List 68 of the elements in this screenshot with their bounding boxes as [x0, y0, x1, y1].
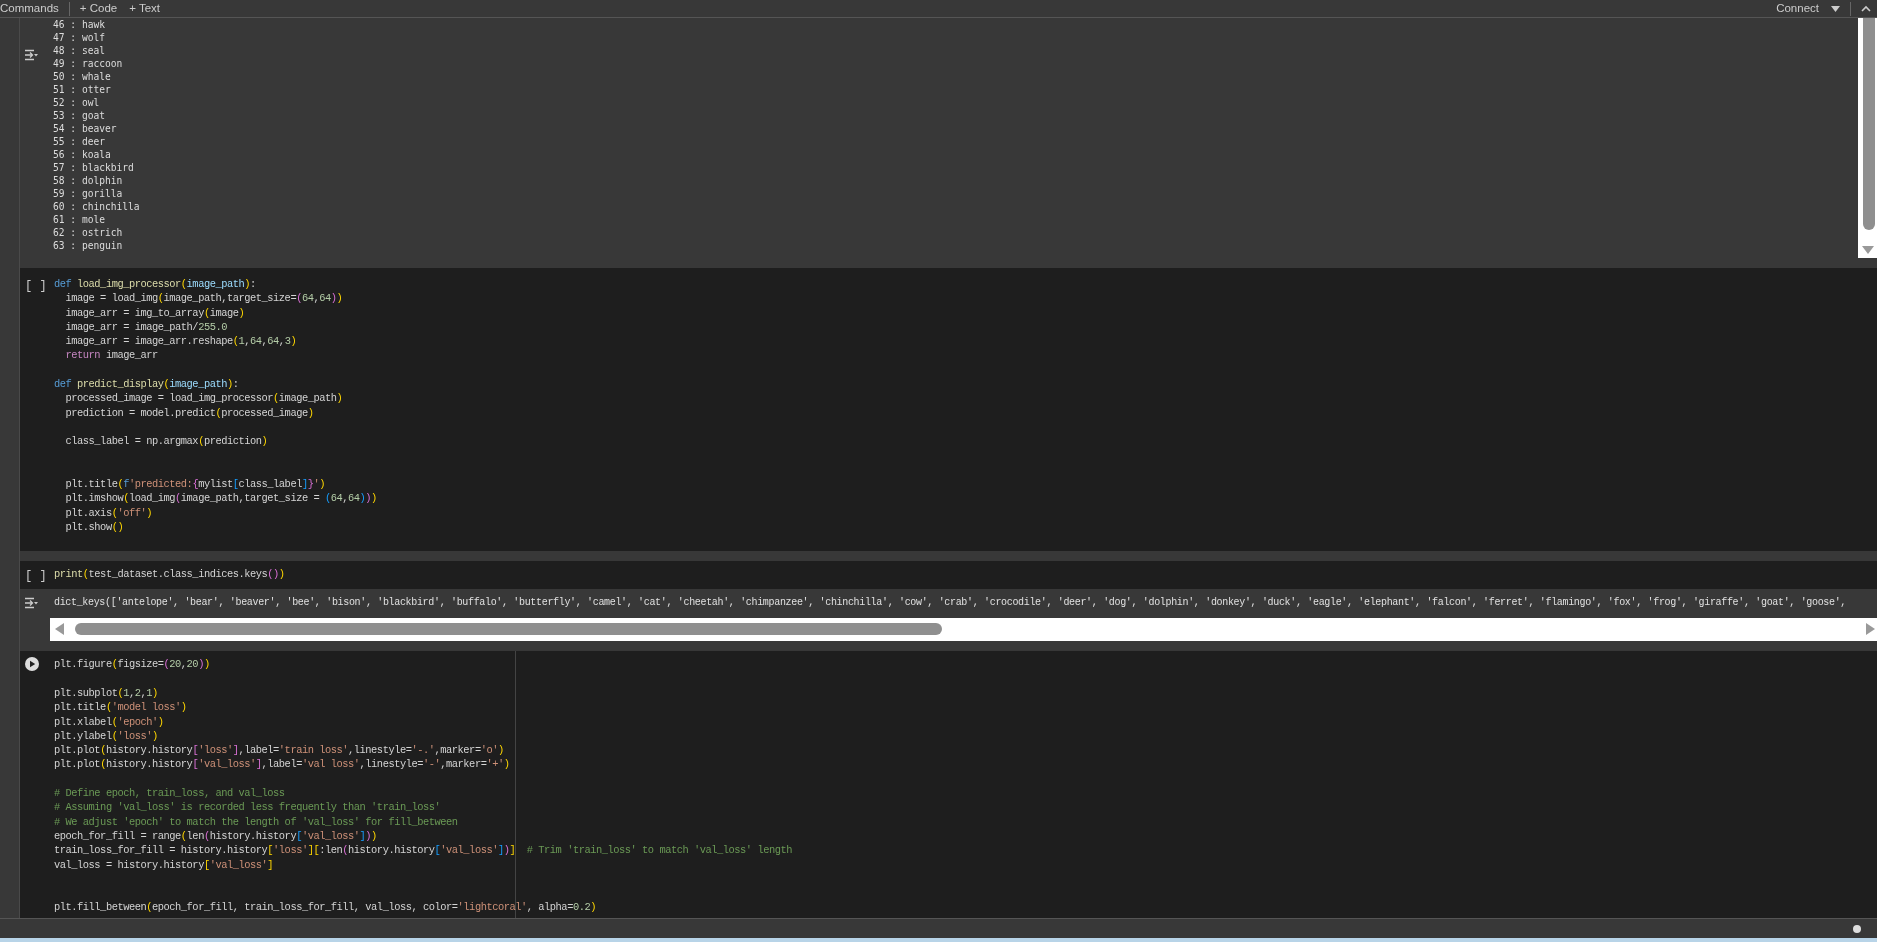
code-line: plt.title('model loss'): [54, 700, 188, 715]
output-line: 62 : ostrich: [53, 226, 124, 239]
code-line: plt.imshow(load_img(image_path,target_size = (64,64))): [64, 491, 378, 506]
output-line: 59 : gorilla: [53, 187, 124, 200]
code-line: plt.plot(history.history['val_loss'],label='val loss',linestyle='-',marker='+'): [54, 757, 511, 772]
output-line: 47 : wolf: [53, 31, 106, 44]
scrollbar-thumb[interactable]: [1863, 18, 1875, 230]
code-line: class_label = np.argmax(prediction): [64, 434, 269, 449]
code-line: plt.fill_between(epoch_for_fill, train_loss_for_fill, val_loss, color='lightcoral', alpha=0.2): [54, 900, 597, 915]
code-line: plt.subplot(1,2,1): [54, 685, 159, 701]
scrollbar-thumb[interactable]: [75, 623, 942, 636]
code-line: # Define epoch, train_loss, and val_loss: [54, 786, 286, 801]
execution-count: [ ]: [25, 569, 47, 584]
output-line: 48 : seal: [53, 44, 106, 57]
output-menu-icon[interactable]: [24, 597, 38, 610]
execution-count: [ ]: [25, 279, 47, 293]
horizontal-scrollbar[interactable]: [50, 618, 1877, 642]
code-line: prediction = model.predict(processed_image): [64, 405, 315, 420]
output-line: 56 : koala: [53, 148, 112, 161]
scroll-left-icon[interactable]: [55, 623, 64, 636]
code-line: plt.figure(figsize=(20,20)): [54, 657, 211, 672]
output-line: 52 : owl: [53, 96, 101, 109]
code-line: print(test_dataset.class_indices.keys()): [54, 567, 286, 582]
output-line: 46 : hawk: [53, 18, 106, 31]
code-line: plt.xlabel('epoch'): [54, 714, 165, 729]
output-line: 61 : mole: [53, 213, 106, 226]
code-line: return image_arr: [64, 348, 159, 363]
output-line: 54 : beaver: [53, 122, 118, 135]
code-line: # Assuming 'val_loss' is recorded less frequently than 'train_loss': [54, 800, 442, 815]
output-line: 60 : chinchilla: [53, 200, 140, 213]
scroll-down-icon[interactable]: [1862, 246, 1874, 254]
code-line: plt.axis('off'): [64, 505, 153, 521]
code-line: image = load_img(image_path,target_size=(64,64)): [64, 291, 344, 306]
code-line: epoch_for_fill = range(len(history.history['val_loss'])): [54, 828, 378, 844]
code-line: plt.ylabel('loss'): [54, 728, 159, 744]
code-line: image_arr = image_arr.reshape(1,64,64,3): [64, 334, 298, 349]
output-line: 51 : otter: [53, 83, 112, 96]
connect-button[interactable]: Connect: [1770, 0, 1825, 17]
output-line: 49 : raccoon: [53, 57, 124, 70]
code-line: plt.show(): [64, 520, 125, 535]
add-text-button[interactable]: + Text: [123, 0, 166, 17]
code-line: image_arr = img_to_array(image): [64, 305, 246, 320]
caret-icon: [1831, 5, 1840, 12]
status-dot: [1853, 924, 1861, 933]
code-line: image_arr = image_path/255.0: [64, 319, 228, 335]
output-line: 50 : whale: [53, 70, 112, 83]
output-text: dict_keys(['antelope', 'bear', 'beaver', 'bee', 'bison', 'blackbird', 'buffalo', 'butterfly', 'camel', 'cat', 'cheetah', 'chimpanzee', 'chinchilla', 'cow', 'crab', 'crocodile', 'deer', 'dog', 'dolphin', 'donkey', 'duck', 'eagle', 'elephant', 'falcon', 'ferret', 'flamingo', 'fox', 'frog', 'giraffe', 'goat', 'goose',: [54, 596, 1848, 611]
run-button[interactable]: [25, 657, 39, 672]
output-line: 57 : blackbird: [53, 161, 135, 174]
output-line: 53 : goat: [53, 109, 106, 122]
scroll-right-icon[interactable]: [1866, 623, 1875, 636]
code-line: val_loss = history.history['val_loss']: [54, 857, 275, 872]
code-line: def predict_display(image_path):: [54, 377, 240, 392]
commands-button[interactable]: Commands: [0, 0, 65, 17]
code-line: plt.plot(history.history['loss'],label='train loss',linestyle='-.',marker='o'): [54, 743, 505, 758]
output-menu-icon[interactable]: [24, 49, 38, 61]
vertical-scrollbar[interactable]: [1858, 18, 1877, 258]
code-line: def load_img_processor(image_path):: [54, 277, 257, 292]
output-line: 58 : dolphin: [53, 174, 124, 187]
code-line: plt.title(f'predicted:{mylist[class_label]}'): [64, 477, 326, 492]
output-line: 63 : penguin: [53, 239, 124, 252]
code-line: train_loss_for_fill = history.history['loss'][:len(history.history['val_loss'])] # Trim 'train_loss' to match 'val_loss' length: [54, 843, 793, 858]
code-line: processed_image = load_img_processor(image_path): [64, 391, 344, 406]
chevron-up-icon: [1861, 5, 1871, 12]
play-icon: [25, 657, 39, 672]
output-line: 55 : deer: [53, 135, 106, 148]
code-line: # We adjust 'epoch' to match the length of 'val_loss' for fill_between: [54, 814, 459, 829]
add-code-button[interactable]: + Code: [73, 0, 124, 17]
